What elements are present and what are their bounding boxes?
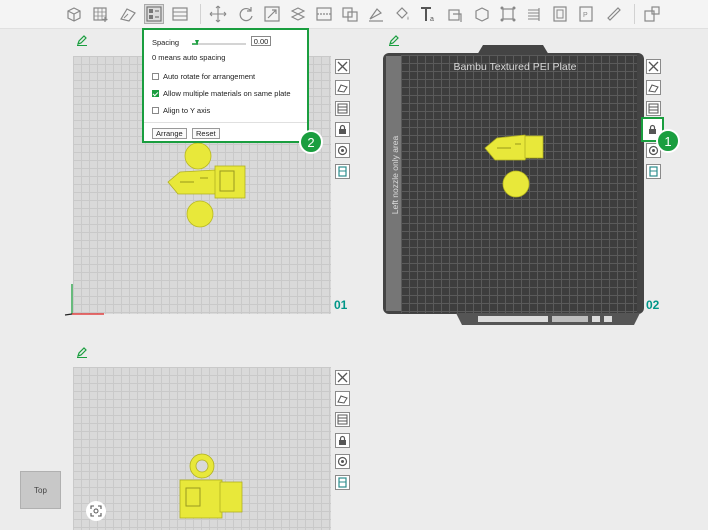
spacing-hint: 0 means auto spacing [152,53,226,62]
plate-1-models[interactable] [160,140,260,232]
bed-type-label: Bambu Textured PEI Plate [453,61,577,73]
orient-plate-icon[interactable] [646,80,661,95]
plate-settings-icon[interactable] [335,454,350,469]
filament-grouping-icon[interactable] [646,164,661,179]
color-paint-icon[interactable] [366,4,386,24]
split-plates-icon[interactable] [170,4,190,24]
emboss-icon[interactable] [446,4,466,24]
multi-material-label: Allow multiple materials on same plate [163,89,291,98]
arrange-icon[interactable] [144,4,164,24]
arrange-plate-icon[interactable] [335,412,350,427]
svg-text:P: P [583,12,588,19]
align-y-label: Align to Y axis [163,106,211,115]
more-icon[interactable] [642,4,662,24]
assembly-icon[interactable] [498,4,518,24]
auto-rotate-option[interactable]: Auto rotate for arrangement [152,72,255,81]
popup-divider [144,122,307,123]
cut-icon[interactable] [314,4,334,24]
variable-layer-icon[interactable] [524,4,544,24]
plate-1-number: 01 [334,298,348,312]
zoom-fit-icon[interactable] [86,501,106,521]
multi-material-option[interactable]: Allow multiple materials on same plate [152,89,291,98]
auto-rotate-label: Auto rotate for arrangement [163,72,256,81]
svg-text:a: a [430,16,434,23]
delete-plate-icon[interactable] [335,59,350,74]
plate-3-models[interactable] [172,450,252,522]
arrange-settings-popup: Spacing 0.00 0 means auto spacing Auto r… [142,28,309,143]
left-nozzle-label: Left nozzle only area [390,135,400,215]
paint-support-icon[interactable] [340,4,360,24]
measure-icon[interactable] [472,4,492,24]
orient-plate-icon[interactable] [335,80,350,95]
ruler-icon[interactable] [604,4,624,24]
plate-2-models[interactable] [483,130,553,200]
arrange-button[interactable]: Arrange [152,128,187,139]
multi-material-checkbox[interactable] [152,90,159,97]
arrange-plate-icon[interactable] [335,101,350,116]
brim-ear-icon[interactable]: P [576,4,596,24]
spacing-label: Spacing [152,38,180,47]
add-object-icon[interactable] [64,4,84,24]
edit-plate-name-icon[interactable] [76,345,88,363]
lock-plate-icon[interactable] [335,433,350,448]
align-y-checkbox[interactable] [152,107,159,114]
plate-2-bottom-tab [456,313,640,325]
scale-icon[interactable] [262,4,282,24]
auto-rotate-checkbox[interactable] [152,73,159,80]
delete-plate-icon[interactable] [335,370,350,385]
reset-button[interactable]: Reset [192,128,220,139]
arrange-plate-icon[interactable] [646,101,661,116]
edit-plate-name-icon[interactable] [388,33,400,51]
lock-plate-icon[interactable] [335,122,350,137]
plate-2-number: 02 [646,298,660,312]
seam-icon[interactable] [550,4,570,24]
lay-on-face-icon[interactable] [288,4,308,24]
spacing-slider[interactable] [192,40,246,48]
orient-plate-icon[interactable] [335,391,350,406]
callout-badge-2: 2 [299,130,323,154]
filament-grouping-icon[interactable] [335,475,350,490]
axis-gizmo [64,284,104,316]
edit-plate-name-icon[interactable] [76,33,88,51]
auto-orient-icon[interactable] [118,4,138,24]
plate-settings-icon[interactable] [335,143,350,158]
callout-badge-1: 1 [656,129,680,153]
add-plate-icon[interactable] [91,4,111,24]
rotate-icon[interactable] [236,4,256,24]
delete-plate-icon[interactable] [646,59,661,74]
text-icon[interactable]: a [418,4,438,24]
view-cube-top[interactable]: Top [20,471,61,509]
toolbar: a P [0,0,708,29]
align-y-option[interactable]: Align to Y axis [152,106,210,115]
move-icon[interactable] [208,4,228,24]
filament-grouping-icon[interactable] [335,164,350,179]
lock-plate-icon [649,124,656,134]
spacing-input[interactable]: 0.00 [251,36,271,46]
fill-bucket-icon[interactable] [392,4,412,24]
